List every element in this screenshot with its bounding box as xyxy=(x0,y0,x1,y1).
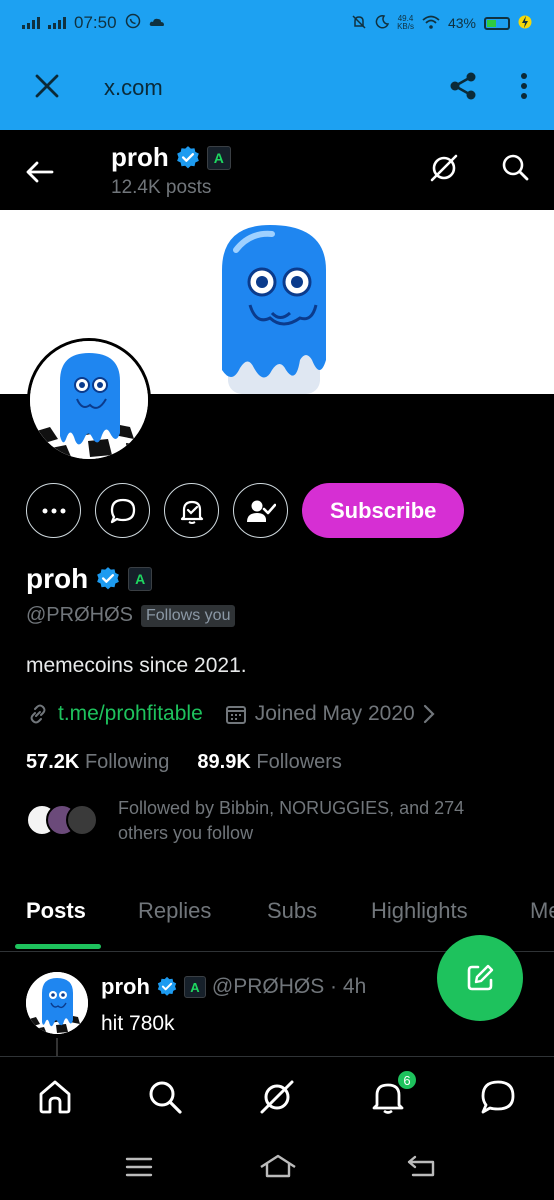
whatsapp-icon xyxy=(125,13,141,34)
verified-badge-icon xyxy=(157,976,177,996)
verified-badge-icon xyxy=(176,145,199,168)
tab-replies[interactable]: Replies xyxy=(138,892,211,924)
following-count: 57.2K xyxy=(26,751,80,773)
net-speed: 49.4 KB/s xyxy=(397,14,414,31)
wifi-icon xyxy=(422,15,440,32)
joined-date: Joined May 2020 xyxy=(254,702,415,725)
post-handle-time: @PRØHØS · 4h xyxy=(211,975,367,998)
menu-icon[interactable] xyxy=(125,1156,153,1183)
verified-badge-icon[interactable] xyxy=(95,566,121,592)
status-bar: 07:50 49.4 KB/s 43% xyxy=(0,0,554,46)
tab-media[interactable]: Me xyxy=(530,892,554,924)
chat-bubble-icon xyxy=(110,498,135,523)
moon-icon xyxy=(375,14,390,32)
follows-you-badge: Follows you xyxy=(140,604,236,627)
followers-count: 89.9K xyxy=(197,751,251,773)
thread-line xyxy=(56,1038,58,1058)
battery-percent: 43% xyxy=(447,15,476,31)
more-vertical-icon[interactable] xyxy=(520,72,528,105)
post-header: proh A @PRØHØS · 4h xyxy=(101,974,366,1000)
link-icon xyxy=(30,704,46,724)
affiliate-badge: A xyxy=(206,145,231,170)
browser-toolbar: x.com xyxy=(0,46,554,130)
signal-icon-2 xyxy=(48,17,66,29)
person-check-icon xyxy=(246,500,276,522)
notifications-icon[interactable]: 6 xyxy=(368,1069,418,1117)
signal-icon xyxy=(22,17,40,29)
compose-button[interactable] xyxy=(437,935,523,1021)
followed-by-row[interactable]: Followed by Bibbin, NORUGGIES, and 274 o… xyxy=(26,796,518,846)
header-name-text: proh xyxy=(111,142,169,172)
share-icon[interactable] xyxy=(448,71,478,106)
following-stat[interactable]: 57.2K Following xyxy=(26,751,169,774)
bottom-navigation: 6 xyxy=(0,1056,554,1136)
tab-posts[interactable]: Posts xyxy=(26,892,86,924)
cloud-icon xyxy=(149,13,165,33)
url-text[interactable]: x.com xyxy=(104,75,163,101)
system-navigation xyxy=(0,1136,554,1200)
post-text: hit 780k xyxy=(101,1012,175,1035)
close-icon[interactable] xyxy=(34,73,60,104)
profile-link[interactable]: t.me/prohfitable xyxy=(58,702,203,726)
display-name-text: proh xyxy=(26,563,89,594)
affiliate-badge[interactable]: A xyxy=(128,567,153,591)
profile-avatar[interactable] xyxy=(27,338,151,462)
mutual-avatar xyxy=(66,804,98,836)
avatar-image xyxy=(30,341,148,459)
tab-subs[interactable]: Subs xyxy=(267,892,317,924)
message-button[interactable] xyxy=(95,483,150,538)
compose-icon xyxy=(467,964,494,991)
profile-handle: @PRØHØS xyxy=(26,604,133,626)
post-avatar[interactable] xyxy=(26,972,88,1034)
post-avatar-image xyxy=(26,972,88,1034)
profile-display-name: proh A xyxy=(26,563,153,595)
followers-stat[interactable]: 89.9K Followers xyxy=(197,751,342,774)
more-horizontal-icon xyxy=(42,508,65,513)
home-button-icon[interactable] xyxy=(258,1153,298,1184)
profile-bio: memecoins since 2021. xyxy=(26,654,247,677)
explore-search-icon[interactable] xyxy=(145,1077,185,1117)
notifications-toggle-button[interactable] xyxy=(164,483,219,538)
notifications-count-badge: 6 xyxy=(396,1069,418,1091)
chevron-right-icon[interactable] xyxy=(423,704,435,724)
tab-highlights[interactable]: Highlights xyxy=(371,892,468,924)
posts-count: 12.4K posts xyxy=(111,177,212,198)
subscribe-button[interactable]: Subscribe xyxy=(302,483,465,538)
status-time: 07:50 xyxy=(74,13,117,32)
grok-icon[interactable] xyxy=(428,152,460,189)
followers-label: Followers xyxy=(256,751,342,773)
followed-by-text: Followed by Bibbin, NORUGGIES, and 274 o… xyxy=(118,798,465,843)
mutual-avatars xyxy=(26,804,106,844)
search-icon[interactable] xyxy=(500,152,530,189)
handle-row: @PRØHØS Follows you xyxy=(26,604,236,627)
post-author[interactable]: proh xyxy=(101,974,150,1000)
profile-actions: Subscribe xyxy=(26,483,465,538)
affiliate-badge: A xyxy=(183,976,206,998)
back-button-icon[interactable] xyxy=(405,1154,437,1183)
bell-check-icon xyxy=(180,500,203,524)
messages-icon[interactable] xyxy=(478,1077,518,1117)
mute-icon xyxy=(351,14,367,33)
active-tab-indicator xyxy=(15,944,101,949)
battery-icon xyxy=(484,16,510,30)
profile-top-bar: proh A 12.4K posts xyxy=(0,130,554,210)
charging-icon xyxy=(518,14,532,33)
follow-counts: 57.2K Following 89.9K Followers xyxy=(26,751,342,774)
more-options-button[interactable] xyxy=(26,483,81,538)
profile-meta: t.me/prohfitable Joined May 2020 xyxy=(26,702,435,726)
home-icon[interactable] xyxy=(35,1077,75,1117)
calendar-icon xyxy=(225,706,246,724)
following-button[interactable] xyxy=(233,483,288,538)
header-profile-name: proh A xyxy=(111,142,231,173)
grok-nav-icon[interactable] xyxy=(257,1077,297,1117)
following-label: Following xyxy=(84,751,170,773)
back-arrow-icon[interactable] xyxy=(22,154,58,190)
